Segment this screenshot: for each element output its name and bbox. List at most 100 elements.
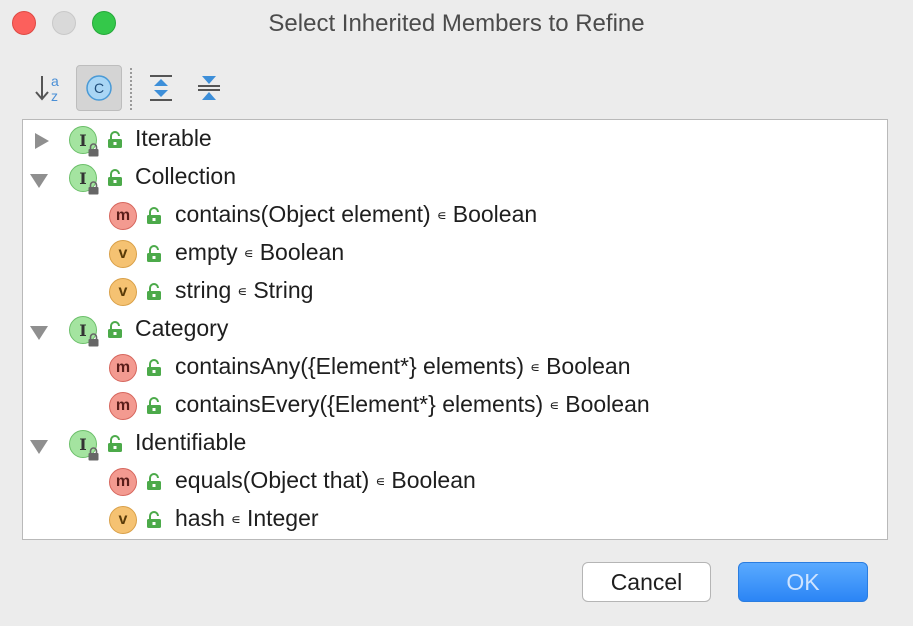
member-name: string: [175, 277, 232, 303]
member-label: empty ∊ Boolean: [175, 239, 344, 266]
toolbar-separator: [130, 68, 132, 110]
tree-row-interface[interactable]: I Iterable: [23, 121, 887, 159]
method-icon-letter: m: [115, 397, 131, 414]
member-name: containsEvery({Element*} elements): [175, 391, 544, 417]
member-label: containsEvery({Element*} elements) ∊ Boole…: [175, 391, 650, 418]
member-type: Boolean: [546, 353, 631, 379]
type-separator: ∊: [243, 245, 254, 261]
type-separator: ∊: [237, 283, 248, 299]
collapse-arrow-icon[interactable]: [30, 326, 48, 340]
interface-name: Identifiable: [135, 429, 247, 455]
member-type: Boolean: [565, 391, 650, 417]
expand-all-button[interactable]: [138, 65, 184, 111]
open-lock-icon: [146, 245, 162, 263]
tree-row-interface[interactable]: I Identifiable: [23, 425, 887, 463]
tree-row-interface[interactable]: I Category: [23, 311, 887, 349]
member-name: contains(Object element): [175, 201, 431, 227]
collapse-all-icon: [198, 76, 220, 100]
dialog-window: Select Inherited Members to Refine a z C: [0, 0, 913, 626]
svg-text:C: C: [94, 80, 104, 96]
member-type: Boolean: [259, 239, 345, 265]
member-type: Integer: [246, 505, 319, 531]
dialog-title: Select Inherited Members to Refine: [268, 10, 645, 37]
member-label: equals(Object that) ∊ Boolean: [175, 467, 476, 494]
tree-row-member[interactable]: m containsEvery({Element*} elements) ∊ Bool…: [23, 387, 887, 425]
member-type: String: [253, 277, 314, 303]
type-separator: ∊: [436, 207, 447, 223]
tree-row-member[interactable]: v empty ∊ Boolean: [23, 235, 887, 273]
tree-row-member[interactable]: m equals(Object that) ∊ Boolean: [23, 463, 887, 501]
tree-row-member[interactable]: v string ∊ String: [23, 273, 887, 311]
interface-icon-letter: I: [79, 168, 87, 188]
type-separator: ∊: [375, 473, 386, 489]
member-label: contains(Object element) ∊ Boolean: [175, 201, 537, 228]
open-lock-icon: [107, 321, 123, 339]
member-name: hash: [175, 505, 225, 531]
toolbar: a z C: [0, 60, 913, 114]
tree-row-interface[interactable]: I Collection: [23, 159, 887, 197]
members-tree[interactable]: I Iterable I Collection m contains(Object ele…: [22, 119, 888, 540]
tree-row-member[interactable]: m contains(Object element) ∊ Boolean: [23, 197, 887, 235]
interface-icon: I: [69, 126, 100, 157]
value-icon: v: [109, 240, 137, 268]
sort-alphabetically-icon: a z: [35, 73, 59, 104]
value-icon-letter: v: [118, 245, 128, 262]
interface-icon: I: [69, 430, 100, 461]
value-icon-letter: v: [118, 283, 128, 300]
type-separator: ∊: [230, 511, 241, 527]
method-icon-letter: m: [115, 207, 131, 224]
cancel-button[interactable]: Cancel: [582, 562, 711, 602]
type-separator: ∊: [530, 359, 541, 375]
member-type: Boolean: [391, 467, 476, 493]
method-icon: m: [109, 392, 137, 420]
method-icon-letter: m: [115, 473, 131, 490]
member-type: Boolean: [452, 201, 538, 227]
open-lock-icon: [146, 473, 162, 491]
interface-icon-letter: I: [79, 130, 87, 150]
open-lock-icon: [146, 207, 162, 225]
expand-arrow-icon[interactable]: [35, 133, 49, 149]
title-bar: Select Inherited Members to Refine: [0, 0, 913, 46]
tree-row-member[interactable]: m containsAny({Element*} elements) ∊ Boolea…: [23, 349, 887, 387]
member-name: equals(Object that): [175, 467, 370, 493]
value-icon: v: [109, 278, 137, 306]
svg-text:a: a: [51, 73, 59, 89]
interface-name: Category: [135, 315, 229, 341]
method-icon: m: [109, 354, 137, 382]
value-icon: v: [109, 506, 137, 534]
open-lock-icon: [107, 169, 123, 187]
type-separator: ∊: [549, 397, 560, 413]
tree-row-member[interactable]: v hash ∊ Integer: [23, 501, 887, 539]
svg-text:z: z: [51, 88, 58, 104]
collapse-arrow-icon[interactable]: [30, 440, 48, 454]
private-lock-icon: [87, 142, 100, 157]
member-label: hash ∊ Integer: [175, 505, 319, 532]
interface-icon: I: [69, 316, 99, 347]
value-icon-letter: v: [118, 511, 128, 528]
class-c-icon: C: [86, 75, 112, 101]
private-lock-icon: [87, 180, 100, 195]
method-icon-letter: m: [115, 359, 131, 376]
member-label: string ∊ String: [175, 277, 313, 304]
member-label: containsAny({Element*} elements) ∊ Boolean: [175, 353, 631, 380]
open-lock-icon: [146, 397, 162, 415]
method-icon: m: [109, 468, 137, 496]
interface-name: Collection: [135, 163, 236, 189]
ok-button[interactable]: OK: [738, 562, 868, 602]
interface-icon: I: [69, 164, 100, 195]
open-lock-icon: [146, 359, 162, 377]
private-lock-icon: [87, 446, 100, 461]
member-name: empty: [175, 239, 238, 265]
interface-icon-letter: I: [79, 320, 87, 340]
interface-icon-letter: I: [79, 434, 87, 454]
collapse-all-button[interactable]: [186, 65, 232, 111]
open-lock-icon: [146, 511, 162, 529]
sort-alphabetically-button[interactable]: a z: [26, 65, 72, 111]
collapse-arrow-icon[interactable]: [30, 174, 48, 188]
open-lock-icon: [107, 435, 123, 453]
show-classes-button[interactable]: C: [76, 65, 122, 111]
member-name: containsAny({Element*} elements): [175, 353, 525, 379]
method-icon: m: [109, 202, 137, 230]
interface-name: Iterable: [135, 125, 212, 151]
expand-all-icon: [150, 75, 172, 101]
